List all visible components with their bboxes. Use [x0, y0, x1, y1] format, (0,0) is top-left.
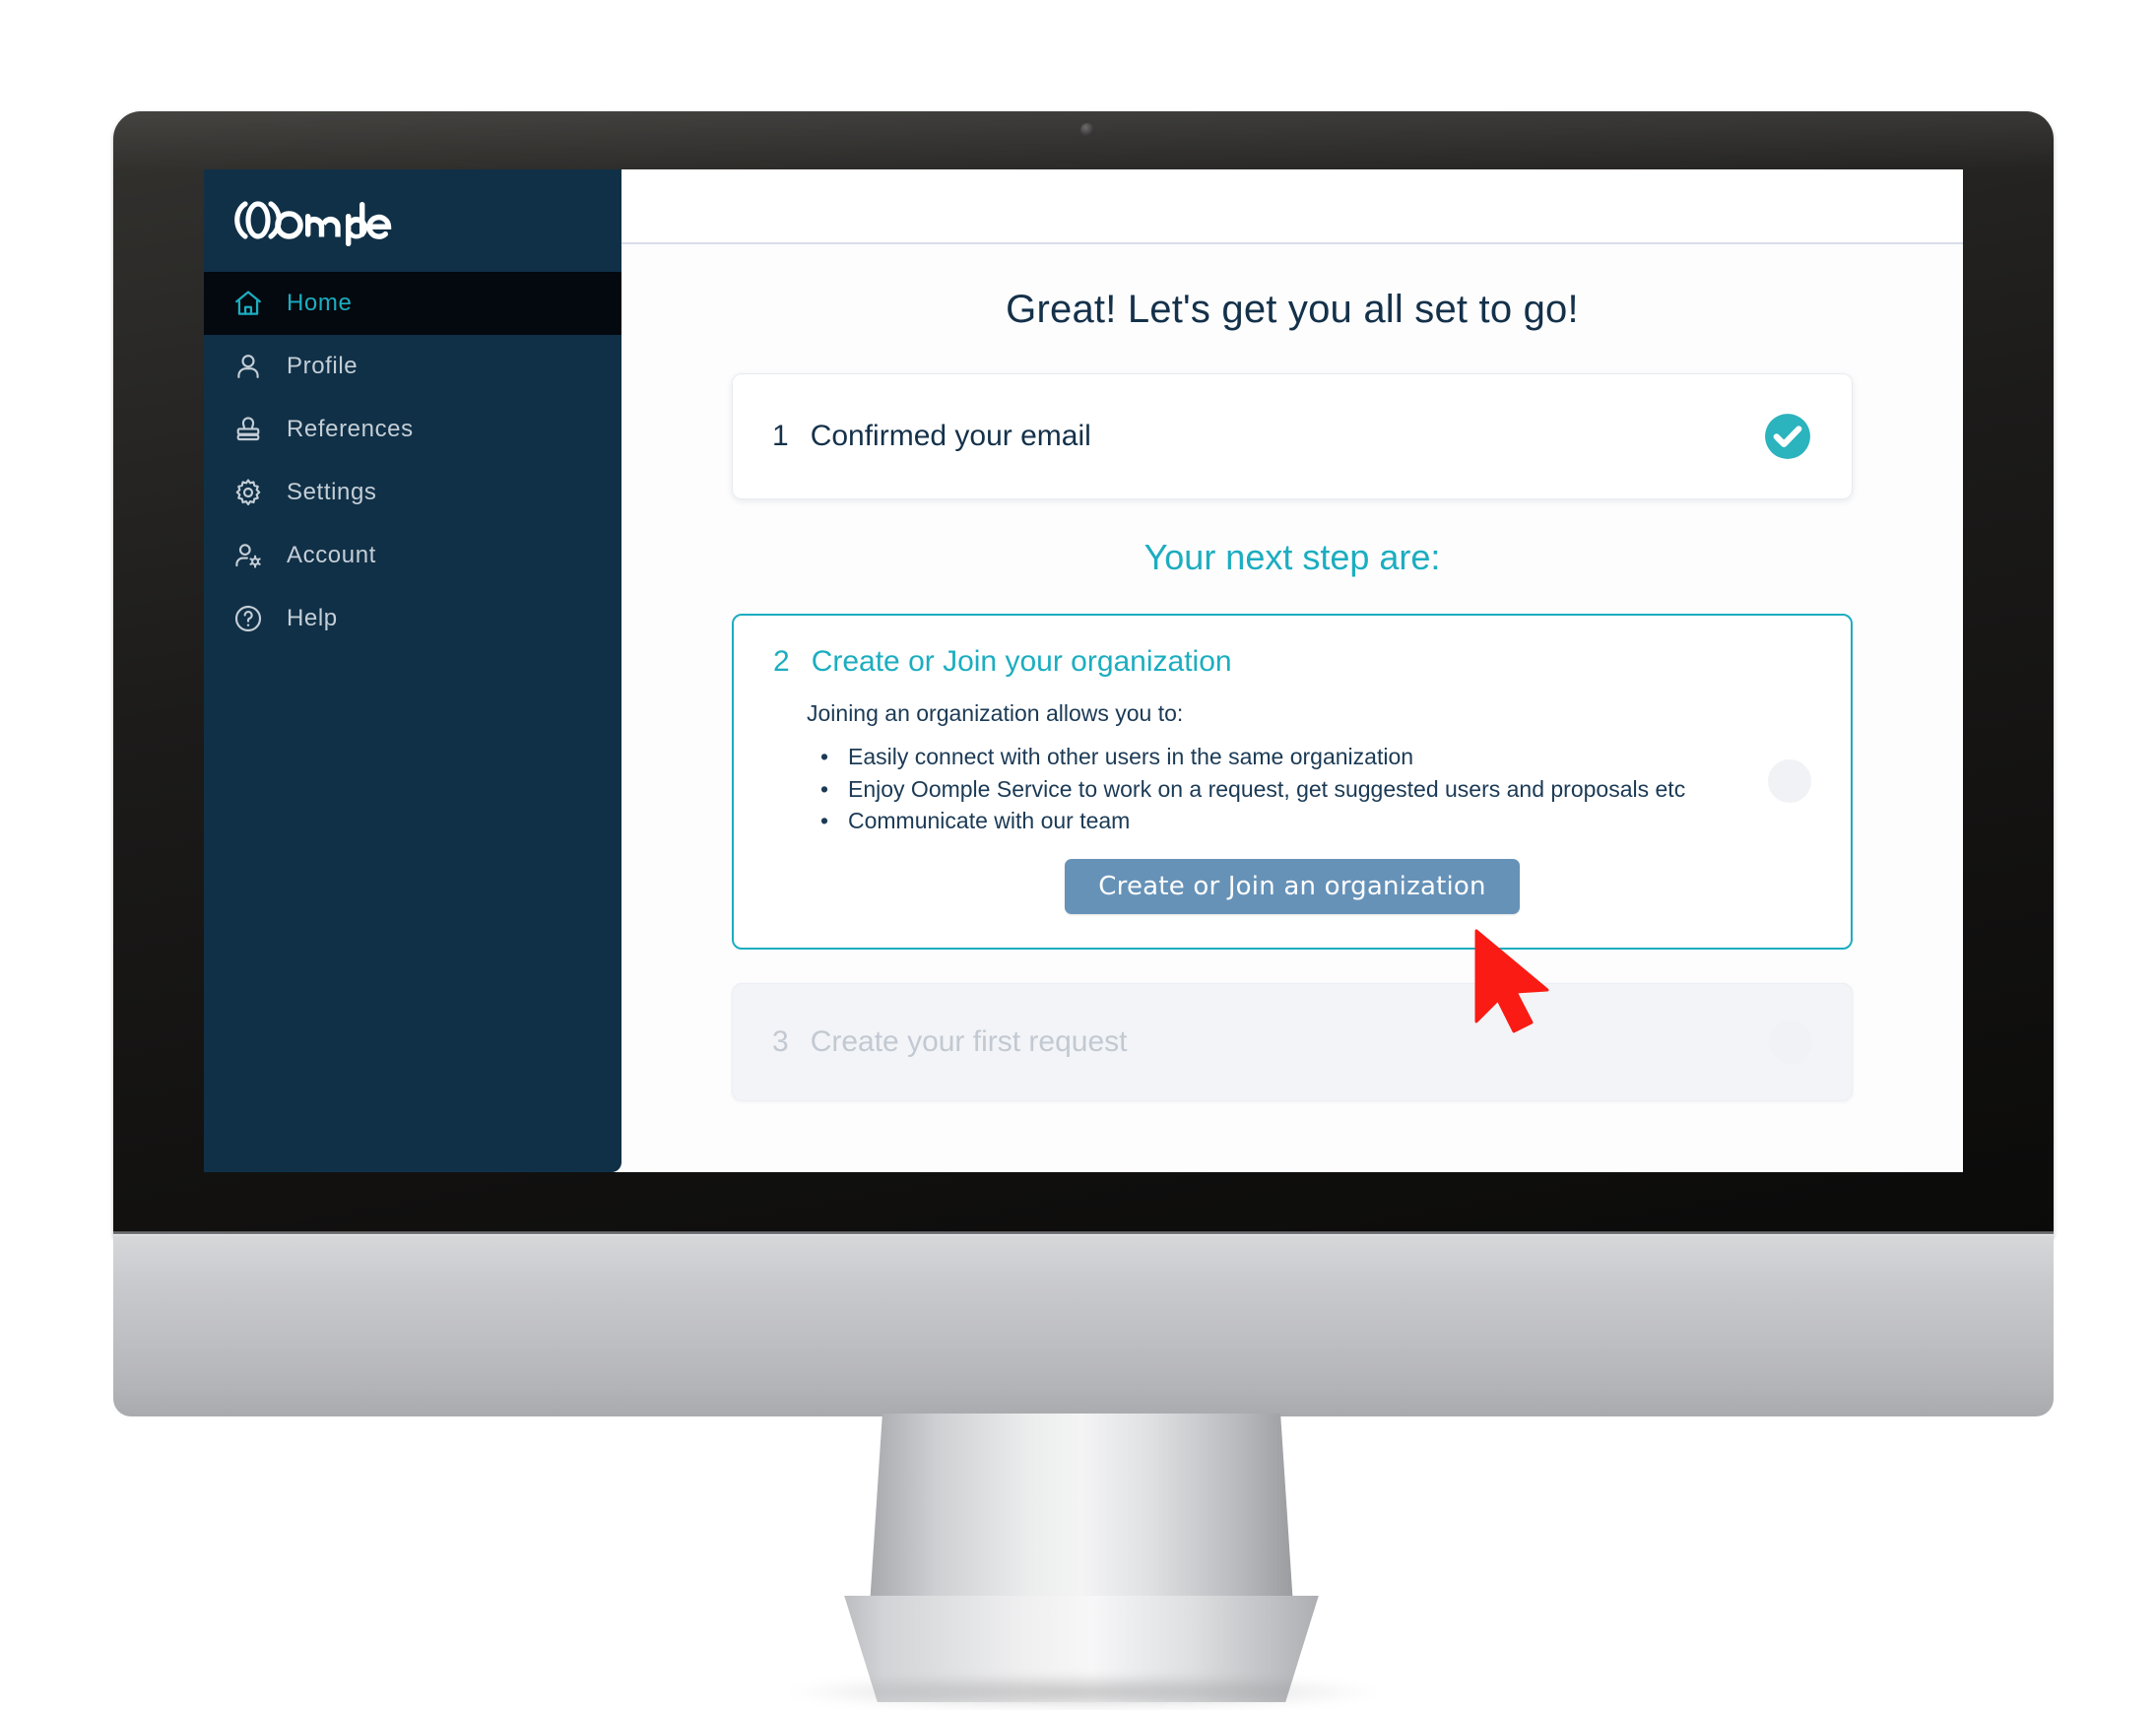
step-3-number: 3 — [772, 1024, 789, 1058]
step-2-action-row: Create or Join an organization — [773, 858, 1811, 914]
person-icon — [231, 350, 265, 383]
list-item: Communicate with our team — [820, 805, 1811, 837]
question-circle-icon — [231, 602, 265, 635]
monitor-stand-neck — [870, 1414, 1293, 1606]
sidebar-item-account[interactable]: Account — [204, 524, 621, 587]
next-steps-heading: Your next step are: — [1143, 537, 1441, 577]
sidebar-item-label: Profile — [287, 353, 359, 379]
step-card-2: 2 Create or Join your organization Joini… — [732, 614, 1853, 950]
webcam-icon — [1080, 123, 1094, 137]
person-gear-icon — [231, 539, 265, 572]
step-2-number: 2 — [773, 645, 790, 678]
bezel-gloss — [113, 111, 2054, 172]
list-item: Enjoy Oomple Service to work on a reques… — [820, 773, 1811, 806]
list-item: Easily connect with other users in the s… — [820, 741, 1811, 773]
step-2-head: 2 Create or Join your organization — [773, 645, 1811, 679]
sidebar-item-label: Account — [287, 542, 376, 568]
home-icon — [231, 287, 265, 320]
sidebar-item-profile[interactable]: Profile — [204, 335, 621, 398]
step-card-1: 1 Confirmed your email — [732, 373, 1853, 499]
step-card-3: 3 Create your first request — [732, 982, 1853, 1101]
step-1-head: 1 Confirmed your email — [772, 420, 1091, 453]
empty-circle-icon — [1768, 759, 1811, 804]
sidebar-item-label: Home — [287, 290, 353, 316]
application-screen: Home Profile References Settings Account… — [204, 169, 1963, 1172]
step-2-title: Create or Join your organization — [811, 645, 1232, 678]
step-3-head: 3 Create your first request — [772, 1025, 1127, 1059]
sidebar-item-label: Settings — [287, 479, 377, 505]
page-title: Great! Let's get you all set to go! — [1006, 288, 1579, 331]
stamp-icon — [231, 413, 265, 446]
step-1-title: Confirmed your email — [810, 420, 1091, 452]
sidebar-item-label: Help — [287, 605, 338, 631]
sidebar-item-label: References — [287, 416, 414, 442]
content-body: Great! Let's get you all set to go! 1 Co… — [621, 244, 1963, 1172]
step-3-title: Create your first request — [810, 1024, 1128, 1058]
create-or-join-organization-button[interactable]: Create or Join an organization — [1065, 858, 1520, 914]
content-header-bar — [621, 169, 1963, 244]
main-content: Great! Let's get you all set to go! 1 Co… — [621, 169, 1963, 1172]
monitor-scene: Home Profile References Settings Account… — [0, 0, 2156, 1710]
gear-icon — [231, 476, 265, 509]
sidebar-item-help[interactable]: Help — [204, 587, 621, 650]
step-2-intro-text: Joining an organization allows you to: — [807, 700, 1184, 726]
step-1-number: 1 — [772, 420, 789, 452]
oomple-logo[interactable] — [204, 169, 621, 272]
sidebar-item-references[interactable]: References — [204, 398, 621, 461]
sidebar-item-settings[interactable]: Settings — [204, 461, 621, 524]
monitor-chin — [113, 1234, 2054, 1416]
sidebar-item-home[interactable]: Home — [204, 272, 621, 335]
sidebar: Home Profile References Settings Account… — [204, 169, 621, 1172]
empty-circle-icon — [1769, 1019, 1812, 1064]
step-2-benefit-list: Easily connect with other users in the s… — [807, 741, 1811, 837]
monitor-shadow — [788, 1675, 1379, 1710]
check-circle-icon — [1763, 412, 1812, 461]
